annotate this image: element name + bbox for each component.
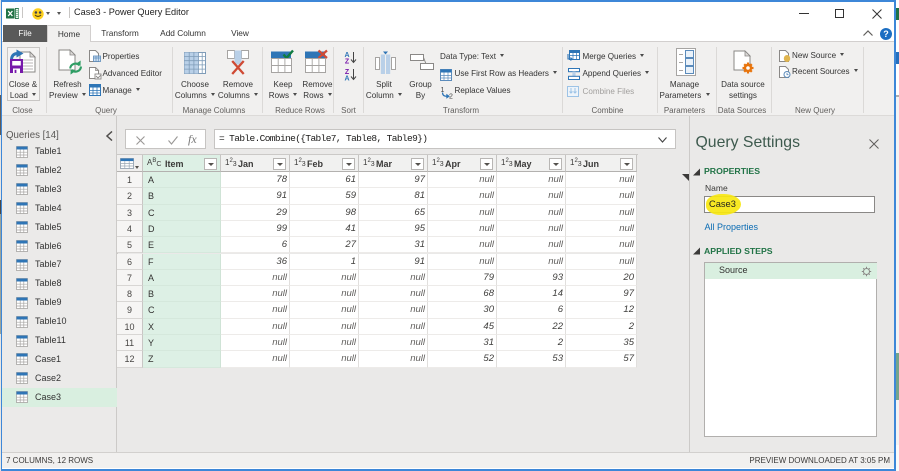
svg-text:A: A [344, 76, 349, 82]
svg-text:Z: Z [344, 59, 349, 65]
svg-text:?: ? [883, 29, 889, 39]
svg-text:2: 2 [449, 93, 453, 99]
